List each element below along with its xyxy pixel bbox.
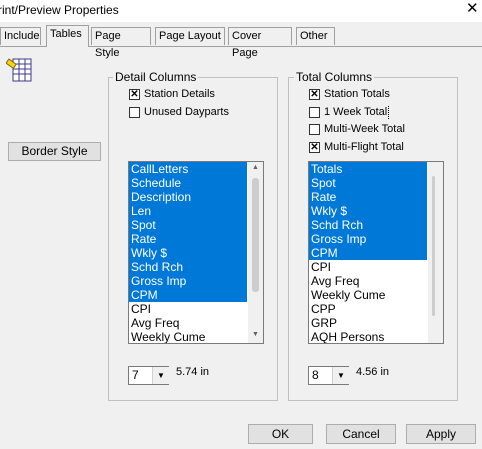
detail-columns-title: Detail Columns bbox=[113, 70, 199, 84]
scrollbar-thumb[interactable] bbox=[432, 176, 435, 316]
list-item[interactable]: Rate bbox=[129, 232, 247, 246]
ok-button[interactable]: OK bbox=[248, 424, 313, 444]
station-details-label: Station Details bbox=[144, 88, 215, 100]
border-style-button[interactable]: Border Style bbox=[8, 142, 101, 161]
total-columns-list[interactable]: Totals Spot Rate Wkly $ Schd Rch Gross Imp CPM… bbox=[308, 161, 444, 344]
multi-week-total-checkbox[interactable] bbox=[309, 124, 320, 135]
list-item[interactable]: CPI bbox=[129, 302, 247, 316]
total-width-text: 4.56 in bbox=[356, 366, 390, 378]
total-columns-title: Total Columns bbox=[294, 70, 375, 84]
scroll-down-icon[interactable]: ▼ bbox=[248, 331, 263, 338]
total-list-scrollbar[interactable] bbox=[428, 162, 443, 343]
list-item[interactable]: Schd Rch bbox=[129, 260, 247, 274]
detail-width-text: 5.74 in bbox=[176, 366, 210, 378]
list-item[interactable]: Schd Rch bbox=[309, 218, 427, 232]
list-item[interactable]: CallLetters bbox=[129, 162, 247, 176]
multi-week-total-label: Multi-Week Total bbox=[324, 123, 405, 135]
multi-flight-total-label: Multi-Flight Total bbox=[324, 141, 404, 153]
list-item[interactable]: Gross Imp bbox=[309, 232, 427, 246]
list-item[interactable]: CPM bbox=[129, 288, 247, 302]
window-title: rint/Preview Properties bbox=[0, 3, 119, 17]
list-item[interactable]: Spot bbox=[309, 176, 427, 190]
unused-dayparts-label: Unused Dayparts bbox=[144, 106, 229, 118]
unused-dayparts-checkbox[interactable] bbox=[129, 107, 140, 118]
tab-include[interactable]: Include bbox=[0, 27, 41, 45]
tab-tables[interactable]: Tables bbox=[46, 25, 89, 47]
scroll-up-icon[interactable]: ▲ bbox=[248, 164, 263, 171]
detail-columns-list[interactable]: CallLetters Schedule Description Len Spot Rat… bbox=[128, 161, 264, 344]
table-settings-icon bbox=[5, 56, 36, 86]
list-item[interactable]: CPI bbox=[309, 260, 427, 274]
list-item[interactable]: Len bbox=[129, 204, 247, 218]
one-week-total-label: 1 Week Total bbox=[324, 106, 390, 119]
list-item[interactable]: Gross Imp bbox=[129, 274, 247, 288]
detail-list-scrollbar[interactable]: ▲ ▼ bbox=[248, 162, 263, 343]
list-item[interactable]: Weekly Cume bbox=[309, 288, 427, 302]
apply-button[interactable]: Apply bbox=[406, 424, 476, 444]
list-item[interactable]: AQH Persons bbox=[309, 330, 427, 343]
list-item[interactable]: CPM bbox=[309, 246, 427, 260]
detail-size-select[interactable]: 7 ▼ bbox=[128, 366, 169, 385]
list-item[interactable]: Description bbox=[129, 190, 247, 204]
list-item[interactable]: Totals bbox=[309, 162, 427, 176]
list-item[interactable]: Avg Freq bbox=[309, 274, 427, 288]
tab-page-layout[interactable]: Page Layout bbox=[155, 27, 225, 45]
cancel-button[interactable]: Cancel bbox=[326, 424, 396, 444]
total-size-value: 8 bbox=[312, 368, 319, 382]
list-item[interactable]: Rate bbox=[309, 190, 427, 204]
list-item[interactable]: Wkly $ bbox=[309, 204, 427, 218]
tab-other[interactable]: Other bbox=[296, 27, 335, 45]
station-details-checkbox[interactable]: ✕ bbox=[129, 89, 140, 100]
chevron-down-icon[interactable]: ▼ bbox=[152, 367, 169, 384]
list-item[interactable]: Weekly Cume bbox=[129, 330, 247, 343]
total-size-select[interactable]: 8 ▼ bbox=[308, 366, 349, 385]
list-item[interactable]: Avg Freq bbox=[129, 316, 247, 330]
detail-size-value: 7 bbox=[132, 368, 139, 382]
list-item[interactable]: GRP bbox=[309, 316, 427, 330]
close-icon[interactable]: ✕ bbox=[466, 0, 479, 18]
tab-cover-page[interactable]: Cover Page bbox=[228, 27, 292, 59]
chevron-down-icon[interactable]: ▼ bbox=[332, 367, 349, 384]
list-item[interactable]: Schedule bbox=[129, 176, 247, 190]
tab-page-style[interactable]: Page Style bbox=[91, 27, 151, 59]
scrollbar-thumb[interactable] bbox=[252, 178, 259, 292]
list-item[interactable]: CPP bbox=[309, 302, 427, 316]
multi-flight-total-checkbox[interactable]: ✕ bbox=[309, 142, 320, 153]
station-totals-checkbox[interactable]: ✕ bbox=[309, 89, 320, 100]
title-bar: rint/Preview Properties ✕ bbox=[0, 0, 482, 22]
station-totals-label: Station Totals bbox=[324, 88, 390, 100]
list-item[interactable]: Spot bbox=[129, 218, 247, 232]
one-week-total-checkbox[interactable] bbox=[309, 107, 320, 118]
list-item[interactable]: Wkly $ bbox=[129, 246, 247, 260]
